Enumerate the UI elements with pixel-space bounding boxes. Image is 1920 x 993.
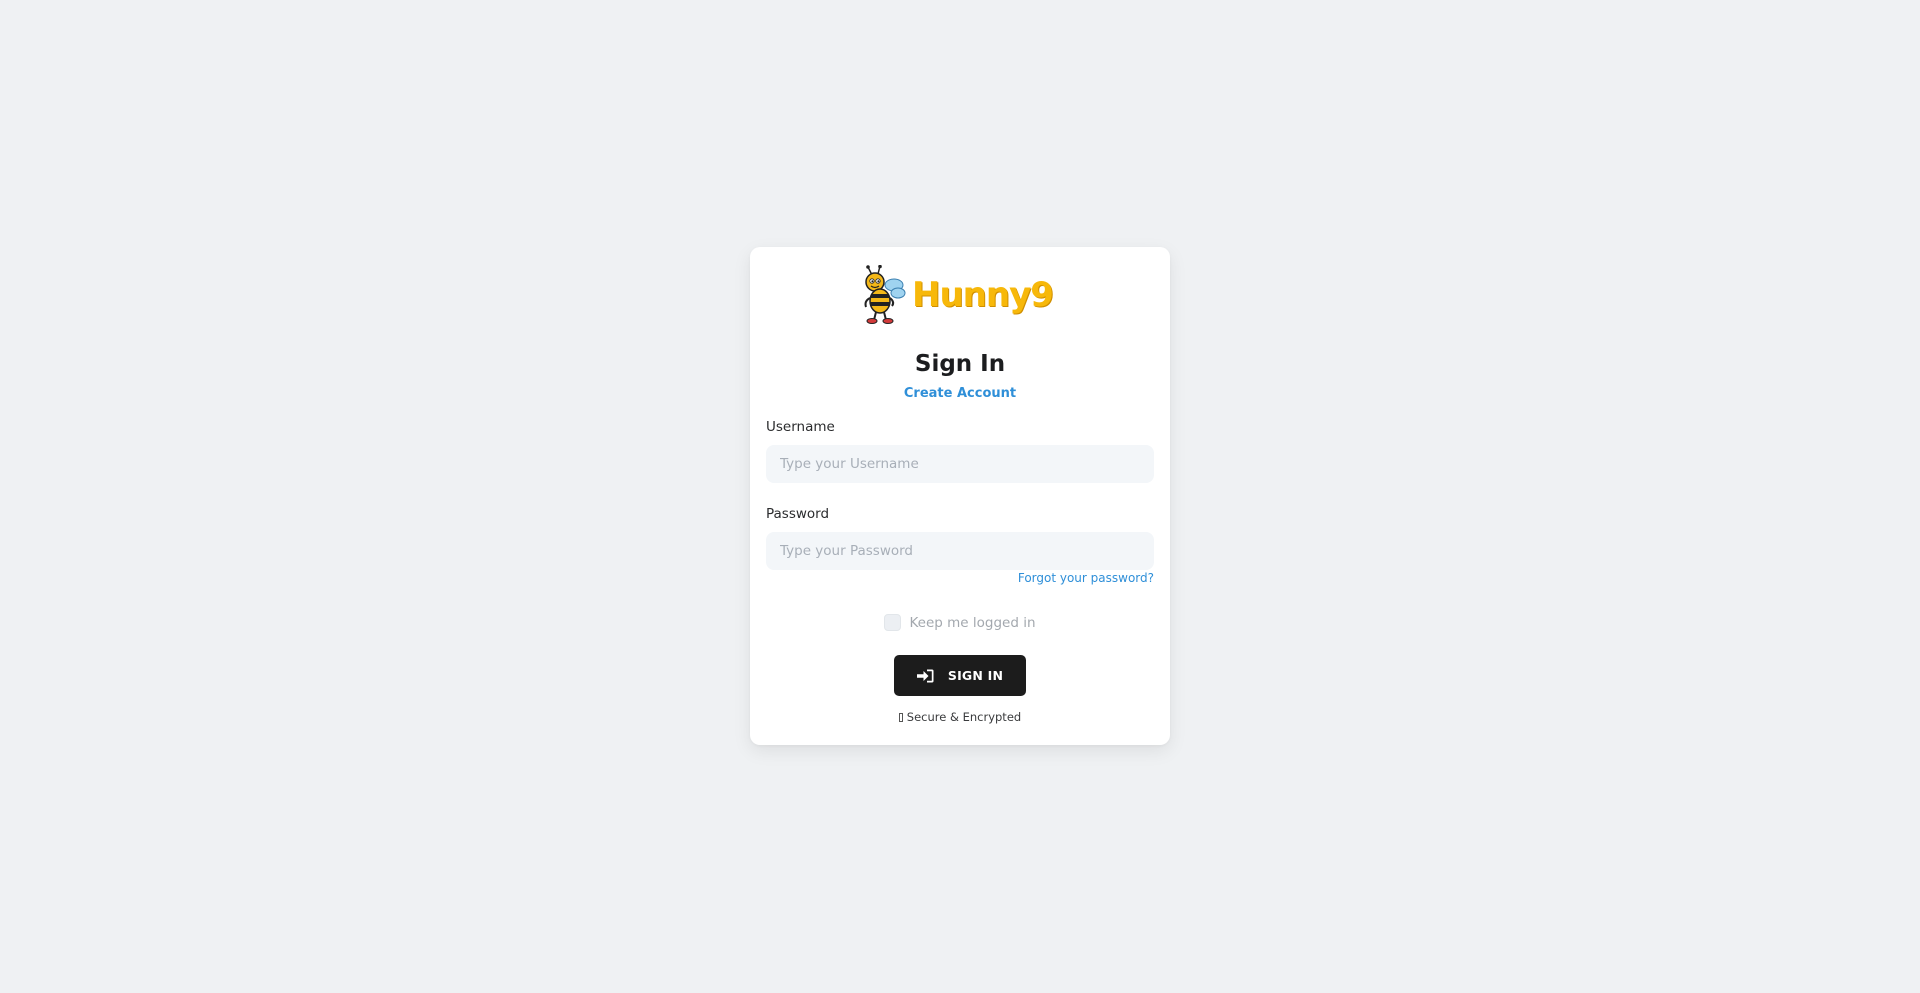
sign-in-button-label: SIGN IN <box>947 668 1004 683</box>
username-input[interactable] <box>766 445 1154 483</box>
sign-in-icon <box>916 669 934 683</box>
password-label: Password <box>766 506 830 522</box>
secure-note: Secure & Encrypted <box>750 710 1170 724</box>
secure-note-label: Secure & Encrypted <box>906 710 1022 724</box>
brand-logo: Hunny9 <box>858 265 1058 325</box>
login-card: Hunny9 Sign In Create Account Username P… <box>750 247 1170 745</box>
remember-me-row: Keep me logged in <box>750 614 1170 631</box>
page-title: Sign In <box>914 351 1006 377</box>
bee-mascot-icon <box>864 265 906 324</box>
password-input[interactable] <box>766 532 1154 570</box>
username-label: Username <box>766 419 835 435</box>
create-account-link[interactable]: Create Account <box>750 386 1170 401</box>
remember-me-checkbox[interactable] <box>884 614 902 631</box>
brand-wordmark: Hunny9 <box>912 275 1054 315</box>
sign-in-button[interactable]: SIGN IN <box>894 655 1026 696</box>
lock-icon <box>898 712 903 722</box>
remember-me-label[interactable]: Keep me logged in <box>909 615 1035 631</box>
login-page: Hunny9 Sign In Create Account Username P… <box>0 0 1920 993</box>
forgot-password-link[interactable]: Forgot your password? <box>1018 571 1154 585</box>
